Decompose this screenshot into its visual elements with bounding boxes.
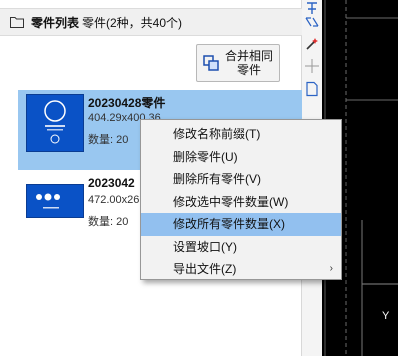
part-name: 2023042 (88, 176, 135, 190)
part-thumbnail (26, 94, 84, 152)
panel-header: 零件列表 零件(2种，共40个) (0, 8, 302, 36)
menu-item-delete-all-parts[interactable]: 删除所有零件(V) (141, 168, 341, 191)
merge-button-label-line2: 零件 (237, 63, 262, 77)
merge-icon (203, 55, 219, 71)
menu-item-label: 导出文件(Z) (173, 262, 237, 276)
menu-item-label: 删除零件(U) (173, 149, 238, 164)
menu-item-delete-part[interactable]: 删除零件(U) (141, 146, 341, 169)
part-thumbnail (26, 184, 84, 218)
context-menu: 修改名称前缀(T) 删除零件(U) 删除所有零件(V) 修改选中零件数量(W) … (140, 119, 342, 280)
menu-item-label: 设置坡口(Y) (173, 239, 237, 254)
submenu-arrow-icon: › (329, 263, 333, 274)
page-icon[interactable] (304, 81, 320, 97)
part-name: 20230428零件 (88, 96, 166, 110)
magic-wand-icon[interactable] (304, 36, 320, 52)
scale-icon[interactable] (304, 14, 320, 30)
merge-button-label-line1: 合并相同 (225, 49, 274, 63)
menu-item-edit-all-quantities[interactable]: 修改所有零件数量(X) (141, 213, 341, 236)
panel-title: 零件列表 (31, 15, 80, 30)
axis-label-y: Y (382, 310, 390, 322)
menu-item-set-bevel[interactable]: 设置坡口(Y) (141, 236, 341, 259)
part-quantity: 数量: 20 (88, 134, 129, 146)
menu-item-edit-selected-quantity[interactable]: 修改选中零件数量(W) (141, 191, 341, 214)
menu-item-export-file[interactable]: 导出文件(Z) › (141, 258, 341, 281)
menu-item-label: 删除所有零件(V) (173, 172, 261, 186)
part-dimensions: 472.00x26 (88, 194, 140, 206)
menu-item-label: 修改所有零件数量(X) (173, 217, 285, 231)
menu-item-label: 修改选中零件数量(W) (173, 194, 289, 209)
folder-icon (10, 17, 24, 28)
crosshair-icon[interactable] (304, 58, 320, 74)
merge-identical-parts-button[interactable]: 合并相同 零件 (196, 44, 280, 82)
menu-item-rename-prefix[interactable]: 修改名称前缀(T) (141, 123, 341, 146)
part-quantity: 数量: 20 (88, 216, 129, 228)
menu-item-label: 修改名称前缀(T) (173, 127, 261, 141)
part-count: 零件(2种，共40个) (82, 15, 183, 30)
